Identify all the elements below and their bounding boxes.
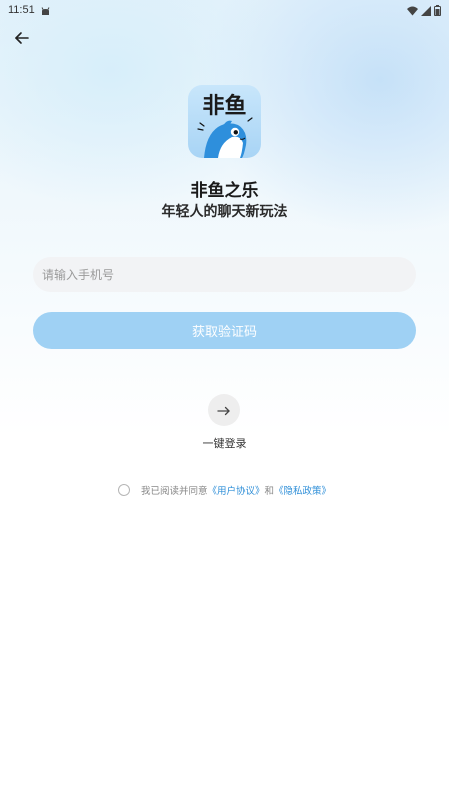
one-key-login-label: 一键登录 (202, 437, 247, 450)
wifi-icon (407, 1, 418, 20)
battery-icon (434, 1, 441, 20)
one-key-login-button[interactable] (208, 394, 240, 426)
arrow-left-icon (14, 30, 30, 50)
status-bar: 11:51 (0, 0, 449, 20)
logo-text: 非鱼 (202, 93, 246, 119)
agreement-row: 我已阅读并同意 《用户协议》 和 《隐私政策》 (118, 483, 331, 497)
get-verification-code-button[interactable]: 获取验证码 (33, 312, 416, 349)
agreement-checkbox[interactable] (118, 484, 130, 496)
arrow-right-icon (217, 401, 231, 420)
get-verification-code-label: 获取验证码 (191, 325, 257, 340)
app-name: 非鱼之乐 (190, 181, 259, 201)
app-logo: 非鱼 (188, 85, 261, 158)
agreement-prefix: 我已阅读并同意 (141, 486, 208, 497)
agreement-conjunction: 和 (264, 486, 275, 497)
user-agreement-link[interactable]: 《用户协议》 (208, 483, 265, 497)
android-notification-icon (41, 1, 50, 20)
privacy-policy-link[interactable]: 《隐私政策》 (274, 483, 331, 497)
phone-number-input[interactable] (33, 257, 416, 292)
cellular-signal-icon (421, 1, 431, 20)
status-right (407, 1, 441, 20)
status-left: 11:51 (8, 1, 50, 20)
status-time: 11:51 (8, 4, 35, 16)
back-button[interactable] (10, 28, 34, 52)
app-slogan: 年轻人的聊天新玩法 (161, 204, 288, 220)
